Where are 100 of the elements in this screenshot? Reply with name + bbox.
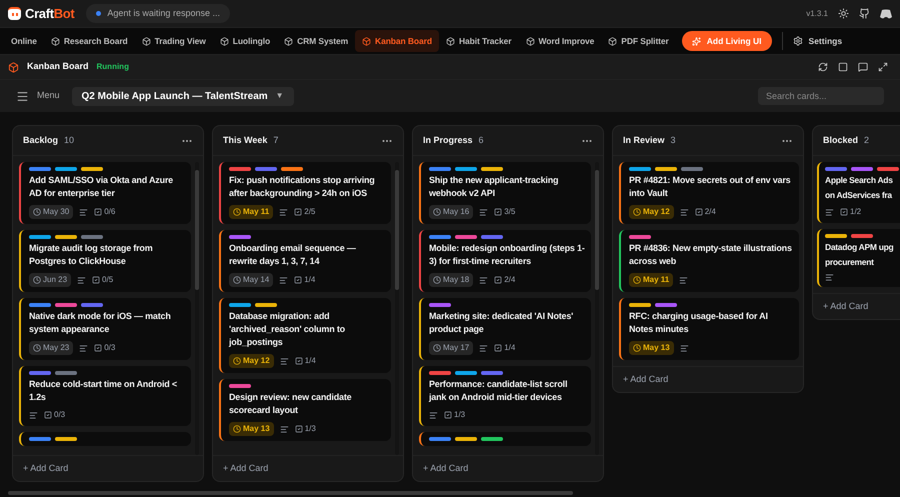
task-card[interactable]: Marketing site: dedicated 'AI Notes' product page May 17 1/4: [419, 298, 591, 360]
task-card[interactable]: Migrate audit log storage from Postgres to ClickHouse Jun 23 0/5: [19, 230, 191, 292]
card-title: Design review: new candidate scorecard layout: [229, 391, 352, 417]
task-card[interactable]: Apple Search Ads on AdServices fra 1/2: [817, 162, 900, 223]
checklist-count: 1/4: [304, 274, 316, 286]
clock-icon: [433, 276, 441, 284]
card-count: 10: [64, 134, 74, 147]
version-label: v1.3.1: [806, 8, 828, 20]
cube-icon: [446, 36, 455, 46]
settings-icon: [792, 36, 803, 46]
scrollbar[interactable]: [195, 162, 199, 455]
checklist-icon: [294, 357, 303, 365]
clock-icon: [633, 276, 641, 284]
card-title: Reduce cold-start time on Android < 1.2s: [29, 378, 178, 404]
checklist-icon: [44, 411, 52, 419]
sparkles-icon: [692, 36, 701, 46]
board-name: Q2 Mobile App Launch — TalentStream: [82, 90, 268, 104]
task-card[interactable]: Database migration: add 'archived_reason' column to job_postings May 12 1/4: [219, 298, 391, 373]
card-count: 6: [478, 134, 484, 147]
add-card-button[interactable]: + Add Card: [23, 462, 68, 476]
card-title: RFC: charging usage-based for AI Notes minutes: [629, 310, 769, 336]
square-icon[interactable]: [838, 62, 848, 72]
checklist-icon: [94, 208, 102, 216]
app-tab[interactable]: Research Board: [44, 30, 135, 52]
horizontal-scrollbar[interactable]: [8, 491, 573, 495]
cube-icon: [220, 36, 229, 46]
due-date-badge: May 11: [629, 273, 674, 287]
checklist-icon: [294, 425, 303, 433]
column-title: Blocked: [823, 134, 858, 147]
task-card[interactable]: Datadog APM upg procurement: [817, 229, 900, 287]
task-card[interactable]: Mobile: redesign onboarding (steps 1-3) for first-time recruiters May 18 2/4: [419, 230, 591, 292]
app-tab[interactable]: CRM System: [277, 30, 356, 52]
task-card[interactable]: Design review: new candidate scorecard layout May 13 1/3: [219, 379, 391, 441]
cube-icon: [284, 36, 294, 46]
column-title: Backlog: [23, 134, 58, 147]
task-card[interactable]: Add SAML/SSO via Okta and Azure AD for enterprise tier May 30 0/6: [19, 162, 191, 224]
checklist-count: 1/2: [850, 206, 862, 218]
task-card[interactable]: [419, 432, 591, 446]
add-card-button[interactable]: + Add Card: [823, 300, 868, 314]
add-card-button[interactable]: + Add Card: [423, 462, 468, 476]
app-tab[interactable]: Online: [4, 30, 44, 52]
card-count: 7: [273, 134, 278, 147]
status-text: Agent is waiting response ...: [107, 6, 220, 20]
refresh-icon[interactable]: [818, 62, 828, 72]
add-card-button[interactable]: + Add Card: [223, 462, 268, 476]
checklist-count: 1/4: [304, 355, 316, 367]
running-status: Running: [96, 61, 129, 73]
task-card[interactable]: [19, 432, 191, 446]
due-date-badge: May 30: [29, 205, 74, 219]
task-card[interactable]: Reduce cold-start time on Android < 1.2s 0/3: [19, 366, 191, 426]
card-title: Add SAML/SSO via Okta and Azure AD for enterprise tier: [29, 174, 174, 200]
task-card[interactable]: PR #4821: Move secrets out of env vars into Vault May 12 2/4: [619, 162, 799, 224]
cube-icon: [526, 36, 534, 46]
task-card[interactable]: Onboarding email sequence — rewrite days 1, 3, 7, 14 May 14 1/4: [219, 230, 391, 292]
checklist-count: 0/3: [54, 409, 66, 421]
checklist-count: 1/3: [304, 423, 316, 435]
clock-icon: [33, 344, 41, 352]
add-card-button[interactable]: + Add Card: [623, 372, 668, 386]
checklist-icon: [840, 208, 848, 216]
chat-icon[interactable]: [858, 62, 868, 72]
app-tab[interactable]: Kanban Board: [355, 30, 439, 52]
board-selector[interactable]: Q2 Mobile App Launch — TalentStream ▼: [72, 86, 294, 106]
checklist-icon: [694, 208, 703, 216]
column-title: In Progress: [423, 134, 473, 147]
card-title: Migrate audit log storage from Postgres to ClickHouse: [29, 242, 154, 268]
theme-icon[interactable]: [838, 8, 849, 19]
expand-icon[interactable]: [878, 62, 888, 72]
clock-icon: [233, 425, 241, 433]
checklist-icon: [294, 208, 302, 216]
column-title: This Week: [223, 134, 268, 147]
settings-button[interactable]: Settings: [792, 34, 842, 48]
checklist-count: 0/3: [104, 342, 116, 354]
cube-icon: [362, 36, 372, 46]
card-title: on AdServices fra: [825, 189, 894, 201]
task-card[interactable]: Native dark mode for iOS — match system appearance May 23 0/3: [19, 298, 191, 360]
scrollbar[interactable]: [395, 162, 399, 455]
checklist-count: 2/4: [504, 274, 516, 286]
app-tab[interactable]: Habit Tracker: [438, 30, 518, 52]
clock-icon: [33, 276, 41, 284]
cube-icon: [50, 36, 60, 46]
task-card[interactable]: PR #4836: New empty-state illustrations across web May 11: [619, 230, 799, 292]
clock-icon: [633, 208, 641, 216]
app-tab[interactable]: Word Improve: [518, 30, 602, 52]
clock-icon: [33, 208, 41, 216]
scrollbar[interactable]: [595, 162, 599, 455]
app-tab[interactable]: Trading View: [134, 30, 213, 52]
app-tab[interactable]: PDF Splitter: [601, 30, 676, 52]
checklist-count: 0/5: [102, 274, 114, 286]
app-tab[interactable]: Luolinglo: [212, 30, 278, 52]
search-field[interactable]: Search cards...: [758, 87, 884, 105]
checklist-icon: [494, 344, 502, 352]
column-title: In Review: [623, 134, 665, 147]
card-title: Database migration: add 'archived_reason' column to job_postings: [229, 310, 346, 349]
cat-logo-icon[interactable]: [859, 8, 870, 19]
task-card[interactable]: RFC: charging usage-based for AI Notes minutes May 13: [619, 298, 799, 360]
task-card[interactable]: Performance: candidate-list scroll jank on Android mid-tier devices 1/3: [419, 366, 591, 426]
menu-button[interactable]: Menu: [16, 89, 60, 103]
due-date-badge: May 13: [229, 422, 274, 436]
task-card[interactable]: Fix: push notifications stop arriving after backgrounding > 24h on iOS May 11 2/5: [219, 162, 391, 224]
task-card[interactable]: Ship the new applicant-tracking webhook v2 API May 16 3/5: [419, 162, 591, 224]
